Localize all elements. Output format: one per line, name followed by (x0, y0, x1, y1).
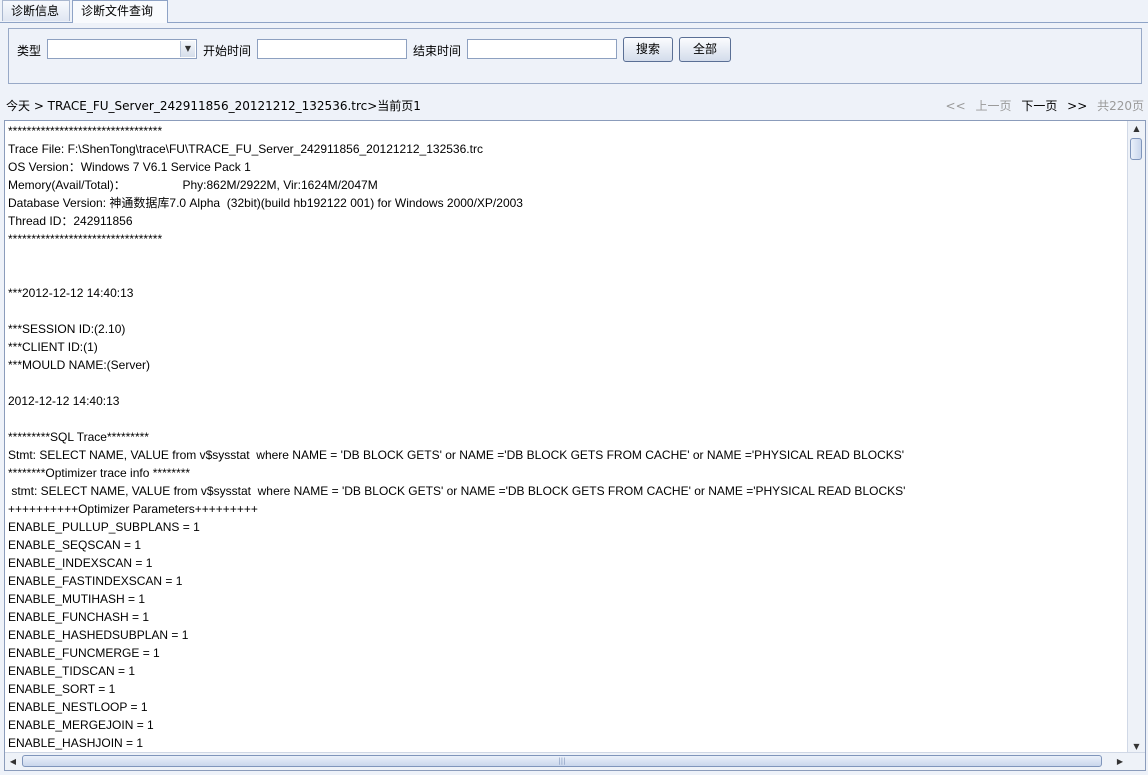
trace-line: ENABLE_SEQSCAN = 1 (8, 538, 142, 552)
search-button[interactable]: 搜索 (623, 37, 673, 62)
trace-line: ***SESSION ID:(2.10) (8, 322, 126, 336)
trace-line: ENABLE_FASTINDEXSCAN = 1 (8, 574, 183, 588)
prev-page-link[interactable]: 上一页 (975, 99, 1011, 113)
chevron-down-icon[interactable]: ▼ (180, 41, 195, 57)
total-pages: 共220页 (1097, 99, 1144, 113)
trace-line: ++++++++++Optimizer Parameters+++++++++ (8, 502, 258, 516)
vertical-scrollbar[interactable]: ▲ ▼ (1127, 121, 1145, 755)
next-page-link[interactable]: 下一页 (1021, 99, 1057, 113)
scroll-right-icon[interactable]: ▶ (1112, 753, 1128, 770)
tab-bar: 诊断信息 诊断文件查询 (0, 0, 1148, 23)
trace-line: ********Optimizer trace info ******** (8, 466, 191, 480)
trace-line: ENABLE_PULLUP_SUBPLANS = 1 (8, 520, 200, 534)
trace-content-panel[interactable]: ********************************* Trace F… (4, 120, 1146, 771)
end-time-label: 结束时间 (413, 44, 462, 58)
trace-line (8, 266, 1128, 284)
trace-line: ENABLE_MERGEJOIN = 1 (8, 718, 154, 732)
tab-diagnostic-info[interactable]: 诊断信息 (2, 0, 70, 21)
first-page-link[interactable]: << (946, 99, 966, 113)
trace-line (8, 248, 1128, 266)
trace-line: ENABLE_MUTIHASH = 1 (8, 592, 146, 606)
type-combo[interactable]: ▼ (47, 39, 197, 59)
start-time-input[interactable] (257, 39, 407, 59)
vertical-scroll-thumb[interactable] (1130, 138, 1142, 160)
trace-line: ENABLE_SORT = 1 (8, 682, 116, 696)
all-button[interactable]: 全部 (679, 37, 731, 62)
trace-line: ***CLIENT ID:(1) (8, 340, 98, 354)
trace-line (8, 410, 1128, 428)
trace-line (8, 374, 1128, 392)
trace-line: ENABLE_INDEXSCAN = 1 (8, 556, 153, 570)
breadcrumb: 今天 > TRACE_FU_Server_242911856_20121212_… (6, 99, 421, 113)
scroll-up-icon[interactable]: ▲ (1128, 121, 1145, 137)
trace-line: ***MOULD NAME:(Server) (8, 358, 151, 372)
end-time-input[interactable] (467, 39, 617, 59)
horizontal-scrollbar[interactable]: ◀ ||| ▶ (5, 752, 1145, 770)
trace-line: ***2012-12-12 14:40:13 (8, 286, 134, 300)
trace-line: ENABLE_FUNCMERGE = 1 (8, 646, 160, 660)
pager: << 上一页 下一页 >> 共220页 (940, 97, 1144, 114)
trace-line: ********************************* (8, 124, 163, 138)
trace-line: 2012-12-12 14:40:13 (8, 394, 120, 408)
trace-line: OS Version：Windows 7 V6.1 Service Pack 1 (8, 160, 251, 174)
trace-line: ENABLE_FUNCHASH = 1 (8, 610, 150, 624)
horizontal-scroll-thumb[interactable]: ||| (22, 755, 1102, 767)
trace-line (8, 302, 1128, 320)
filter-panel: 类型 ▼ 开始时间 结束时间 搜索 全部 (8, 28, 1142, 84)
trace-line: Trace File: F:\ShenTong\trace\FU\TRACE_F… (8, 142, 483, 156)
trace-line: Database Version: 神通数据库7.0 Alpha (32bit)… (8, 196, 523, 210)
scroll-left-icon[interactable]: ◀ (5, 753, 21, 770)
trace-text: ********************************* Trace F… (8, 122, 1128, 770)
trace-line: ENABLE_HASHEDSUBPLAN = 1 (8, 628, 189, 642)
trace-line: ENABLE_NESTLOOP = 1 (8, 700, 148, 714)
start-time-label: 开始时间 (203, 44, 252, 58)
trace-line: ********************************* (8, 232, 163, 246)
trace-line: Stmt: SELECT NAME, VALUE from v$sysstat … (8, 448, 905, 462)
last-page-link[interactable]: >> (1067, 99, 1087, 113)
trace-line: Thread ID：242911856 (8, 214, 133, 228)
trace-line: stmt: SELECT NAME, VALUE from v$sysstat … (8, 484, 906, 498)
trace-line: *********SQL Trace********* (8, 430, 149, 444)
trace-line: Memory(Avail/Total)： Phy:862M/2922M, Vir… (8, 178, 378, 192)
trace-line: ENABLE_TIDSCAN = 1 (8, 664, 136, 678)
tab-diagnostic-file-query[interactable]: 诊断文件查询 (72, 0, 168, 23)
trace-line: ENABLE_HASHJOIN = 1 (8, 736, 144, 750)
type-label: 类型 (17, 44, 42, 58)
